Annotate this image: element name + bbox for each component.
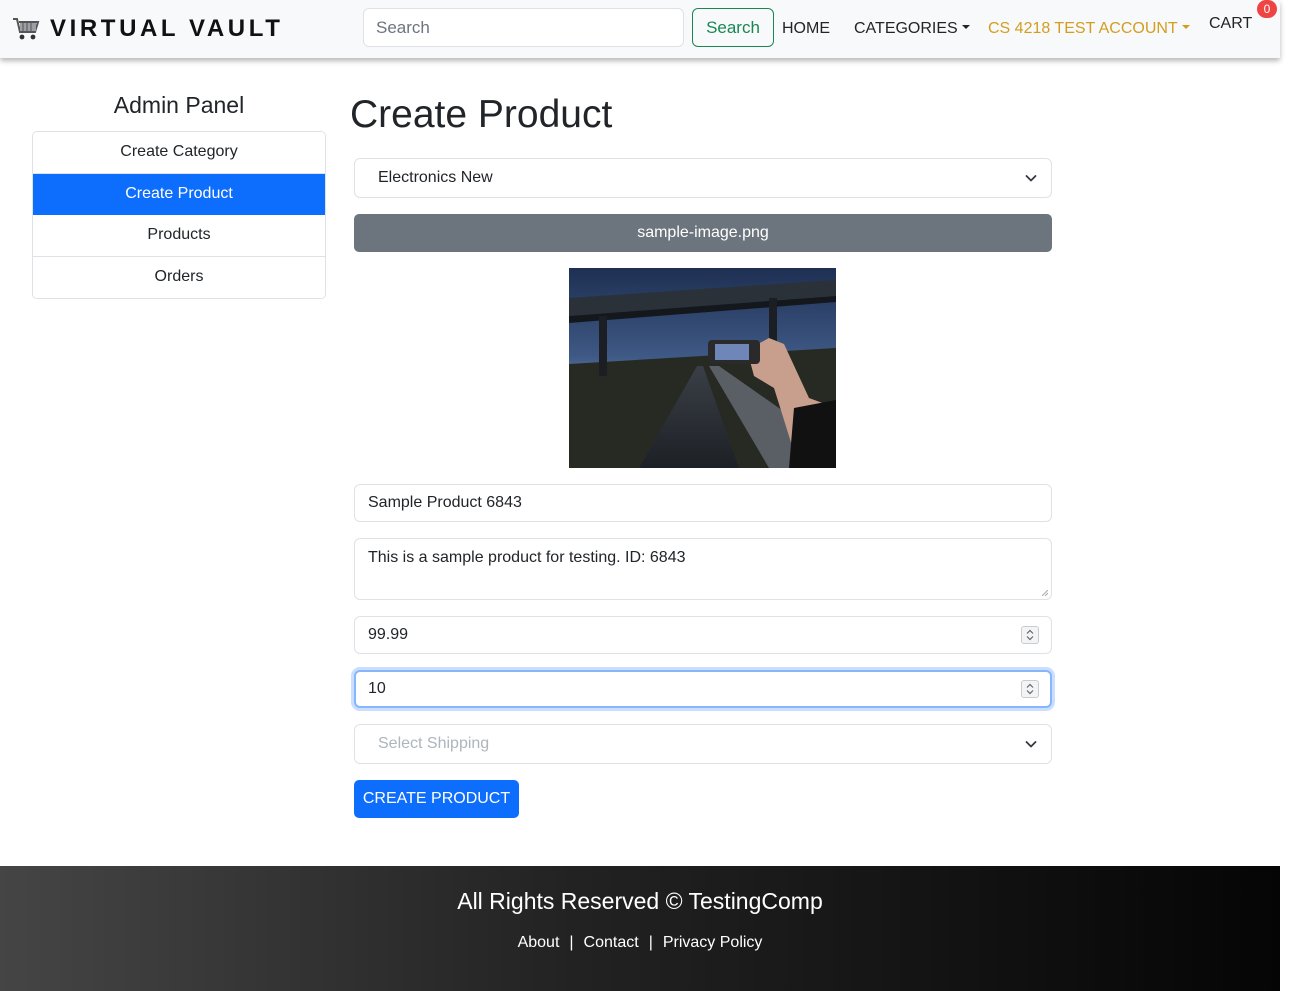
- chevron-down-icon: [1025, 175, 1037, 182]
- admin-menu: Create Category Create Product Products …: [32, 131, 326, 299]
- shopping-cart-icon: [12, 16, 40, 42]
- search-button[interactable]: Search: [692, 8, 774, 47]
- footer-links: About | Contact | Privacy Policy: [0, 933, 1280, 953]
- search-input[interactable]: [363, 8, 684, 47]
- category-select[interactable]: Electronics New: [354, 158, 1052, 198]
- stepper-arrows-icon: [1026, 629, 1034, 641]
- product-image-preview: [569, 268, 836, 468]
- product-name-input[interactable]: Sample Product 6843: [354, 484, 1052, 522]
- nav-account-dropdown[interactable]: CS 4218 TEST ACCOUNT: [988, 19, 1190, 39]
- resize-grip-icon[interactable]: [1042, 590, 1048, 596]
- price-stepper[interactable]: [1021, 626, 1039, 644]
- footer-separator: |: [569, 934, 574, 951]
- price-value: 99.99: [368, 626, 409, 643]
- quantity-stepper[interactable]: [1021, 680, 1039, 698]
- brand[interactable]: VIRTUAL VAULT: [12, 15, 283, 43]
- shipping-select-placeholder: Select Shipping: [378, 735, 490, 752]
- sidebar-item-orders[interactable]: Orders: [33, 256, 325, 298]
- nav-cart-label: CART: [1209, 15, 1253, 32]
- nav-home-label: HOME: [782, 20, 830, 37]
- nav-categories-label: CATEGORIES: [854, 20, 958, 37]
- chevron-down-icon: [1025, 741, 1037, 748]
- shipping-select[interactable]: Select Shipping: [354, 724, 1052, 764]
- nav-home-link[interactable]: HOME: [782, 19, 830, 39]
- sidebar-item-create-product[interactable]: Create Product: [33, 173, 325, 215]
- footer-separator: |: [648, 934, 653, 951]
- page-title: Create Product: [350, 93, 613, 136]
- footer-link-contact[interactable]: Contact: [584, 933, 639, 953]
- footer-copyright: All Rights Reserved © TestingComp: [457, 888, 823, 914]
- footer: All Rights Reserved © TestingComp About |…: [0, 866, 1280, 991]
- footer-link-privacy-policy[interactable]: Privacy Policy: [663, 933, 763, 953]
- sidebar-item-create-category[interactable]: Create Category: [33, 132, 325, 174]
- sidebar-item-products[interactable]: Products: [33, 215, 325, 257]
- caret-down-icon: [1181, 25, 1190, 30]
- nav-cart-link[interactable]: CART: [1209, 14, 1252, 34]
- product-quantity-input[interactable]: 10: [354, 670, 1052, 708]
- product-description-textarea[interactable]: This is a sample product for testing. ID…: [354, 538, 1052, 600]
- description-text: This is a sample product for testing. ID…: [368, 549, 686, 566]
- photo-preview-icon: [569, 268, 836, 468]
- admin-panel-title: Admin Panel: [113, 92, 245, 118]
- stepper-arrows-icon: [1026, 683, 1034, 695]
- upload-photo-button[interactable]: sample-image.png: [354, 214, 1052, 252]
- quantity-value: 10: [368, 680, 386, 697]
- brand-name: VIRTUAL VAULT: [50, 15, 284, 42]
- create-product-button[interactable]: CREATE PRODUCT: [354, 780, 519, 818]
- category-select-value: Electronics New: [378, 169, 493, 186]
- nav-categories-dropdown[interactable]: CATEGORIES: [854, 19, 970, 39]
- cart-count-badge: 0: [1257, 0, 1277, 18]
- navbar: VIRTUAL VAULT Search HOME CATEGORIES CS …: [0, 0, 1280, 58]
- caret-down-icon: [961, 25, 970, 30]
- nav-account-label: CS 4218 TEST ACCOUNT: [988, 20, 1178, 37]
- footer-link-about[interactable]: About: [518, 933, 560, 953]
- product-price-input[interactable]: 99.99: [354, 616, 1052, 654]
